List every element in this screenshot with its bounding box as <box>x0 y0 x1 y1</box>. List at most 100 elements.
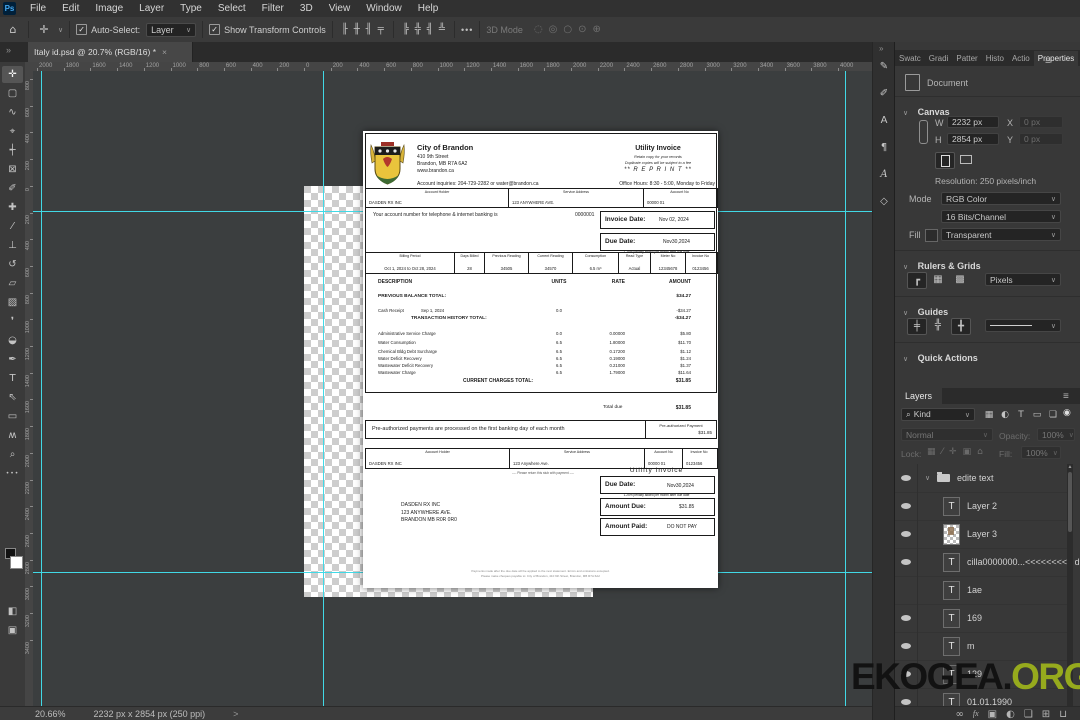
layer-row-layer-2[interactable]: T Layer 2 <box>895 492 1073 521</box>
adjustment-layer-icon[interactable]: ◐ <box>1006 709 1015 720</box>
link-dimensions-icon[interactable] <box>919 120 928 144</box>
tab-layers[interactable]: Layers <box>895 388 943 404</box>
marquee-tool[interactable]: ▢ <box>2 85 23 102</box>
lock-artboard-icon[interactable]: ▣ <box>963 447 972 457</box>
visibility-toggle[interactable] <box>895 464 918 492</box>
layer-row-169[interactable]: T 169 <box>895 604 1073 633</box>
fill-swatch[interactable] <box>925 229 938 242</box>
layer-name[interactable]: 169 <box>967 613 982 623</box>
brush-settings-panel-icon[interactable]: ✎ <box>876 58 892 74</box>
layer-row-layer-3[interactable]: Layer 3 <box>895 520 1073 549</box>
show-transform-checkbox[interactable]: ✓ <box>209 24 221 35</box>
status-chevron-icon[interactable]: > <box>233 709 238 719</box>
visibility-toggle[interactable] <box>895 520 918 548</box>
filter-toggle-icon[interactable]: ◉ <box>1063 408 1071 418</box>
layer-name[interactable]: cilla0000000...<<<<<<<<0 d <box>967 557 1080 567</box>
align-icon-1[interactable]: ╫ <box>354 24 360 35</box>
align-icon-0[interactable]: ╟ <box>342 24 348 35</box>
portrait-orientation-button[interactable] <box>935 152 955 169</box>
type-layer-icon[interactable]: T <box>943 553 960 572</box>
clone-stamp-tool[interactable]: ⊥ <box>2 237 23 254</box>
menu-edit[interactable]: Edit <box>54 0 87 17</box>
toggle-snap-button[interactable]: ▩ <box>951 272 969 287</box>
home-icon[interactable]: ⌂ <box>4 23 22 36</box>
layer-name[interactable]: Layer 2 <box>967 501 997 511</box>
document-tab[interactable]: Italy id.psd @ 20.7% (RGB/16) * × <box>28 42 193 62</box>
panel-menu-icon[interactable]: ≡ <box>1045 56 1051 67</box>
hand-tool[interactable]: ʍ <box>2 427 23 444</box>
quick-actions-section-header[interactable]: ∨ Quick Actions <box>903 348 978 366</box>
canvas-area[interactable]: City of Brandon 410 9th Street Brandon, … <box>33 71 872 706</box>
path-select-tool[interactable]: ⇖ <box>2 389 23 406</box>
invoice-document[interactable]: City of Brandon 410 9th Street Brandon, … <box>363 131 718 588</box>
foreground-color-swatch[interactable] <box>10 556 23 569</box>
add-layer-mask-icon[interactable]: ▣ <box>988 709 997 720</box>
zoom-tool[interactable]: ⌕ <box>2 446 23 463</box>
menu-layer[interactable]: Layer <box>131 0 172 17</box>
lock-transparent-icon[interactable]: ▦ <box>927 447 936 457</box>
guide-vertical-right[interactable] <box>845 71 846 706</box>
distribute-icon-0[interactable]: ╠ <box>403 24 409 35</box>
type-layer-icon[interactable]: T <box>943 497 960 516</box>
tab-histo[interactable]: Histo <box>982 51 1008 66</box>
healing-brush-tool[interactable]: ✚ <box>2 199 23 216</box>
paragraph-panel-icon[interactable]: ¶ <box>876 139 892 155</box>
tab-properties[interactable]: Properties <box>1033 51 1079 66</box>
tab-gradi[interactable]: Gradi <box>925 51 953 66</box>
toggle-rulers-button[interactable]: ┏ <box>907 272 927 289</box>
layer-name[interactable]: edite text <box>957 473 994 483</box>
layer-name[interactable]: 1ae <box>967 585 982 595</box>
filter-smart-objects-icon[interactable]: ❏ <box>1047 408 1059 421</box>
filter-type-layers-icon[interactable]: T <box>1015 408 1027 421</box>
pen-tool[interactable]: ✒ <box>2 351 23 368</box>
menu-3d[interactable]: 3D <box>292 0 321 17</box>
history-brush-tool[interactable]: ↺ <box>2 256 23 273</box>
layer-row-cilla0000000-0-d[interactable]: Tcilla0000000...<<<<<<<<0 d <box>895 548 1080 577</box>
bit-depth-dropdown[interactable]: 16 Bits/Channel ∨ <box>941 210 1061 223</box>
menu-window[interactable]: Window <box>358 0 410 17</box>
distribute-icon-3[interactable]: ╩ <box>439 24 445 35</box>
layer-name[interactable]: m <box>967 641 975 651</box>
lock-paint-icon[interactable]: ⁄ <box>942 447 944 457</box>
collapse-tabs-icon[interactable]: » <box>6 45 11 55</box>
new-layer-icon[interactable]: ⊞ <box>1042 709 1050 720</box>
guide-vertical-center[interactable] <box>323 71 324 706</box>
width-input[interactable]: 2232 px <box>947 116 999 128</box>
auto-select-target-dropdown[interactable]: Layer ∨ <box>146 22 197 37</box>
layers-fill-input[interactable]: 100% ∨ <box>1021 446 1061 459</box>
screen-mode-icon[interactable]: ▣ <box>2 622 23 639</box>
eraser-tool[interactable]: ▱ <box>2 275 23 292</box>
type-layer-icon[interactable]: T <box>943 581 960 600</box>
lock-guides-button[interactable]: ╬ <box>929 318 947 333</box>
filter-shape-layers-icon[interactable]: ▭ <box>1031 408 1043 421</box>
menu-image[interactable]: Image <box>87 0 131 17</box>
frame-tool[interactable]: ⊠ <box>2 161 23 178</box>
menu-view[interactable]: View <box>321 0 359 17</box>
quick-mask-icon[interactable]: ◧ <box>2 603 23 620</box>
layer-filter-dropdown[interactable]: ⌕ Kind ∨ <box>901 408 975 421</box>
lock-all-icon[interactable]: ⌂ <box>977 447 983 457</box>
more-options-icon[interactable]: ••• <box>461 25 473 35</box>
blend-mode-dropdown[interactable]: Normal ∨ <box>901 428 993 441</box>
menu-select[interactable]: Select <box>210 0 254 17</box>
clear-guides-button[interactable]: ╋ <box>951 318 971 335</box>
new-group-icon[interactable]: ❏ <box>1024 709 1033 720</box>
filter-adjustment-layers-icon[interactable]: ◐ <box>999 408 1011 421</box>
libraries-panel-icon[interactable]: ◇ <box>876 193 892 209</box>
layer-thumbnail[interactable] <box>943 524 960 545</box>
layer-effects-icon[interactable]: fx <box>973 709 979 720</box>
chevron-down-icon[interactable]: ∨ <box>925 474 930 482</box>
type-layer-icon[interactable]: T <box>943 609 960 628</box>
dodge-tool[interactable]: ◒ <box>2 332 23 349</box>
delete-layer-icon[interactable]: ⊔ <box>1059 709 1067 720</box>
distribute-icon-1[interactable]: ╬ <box>415 24 421 35</box>
zoom-level[interactable]: 20.66% <box>35 709 66 719</box>
visibility-toggle[interactable] <box>895 576 918 604</box>
ruler-units-dropdown[interactable]: Pixels ∨ <box>985 273 1061 286</box>
toggle-guides-button[interactable]: ╪ <box>907 318 927 335</box>
gradient-tool[interactable]: ▨ <box>2 294 23 311</box>
glyphs-panel-icon[interactable]: A <box>876 166 892 182</box>
tab-actio[interactable]: Actio <box>1008 51 1034 66</box>
align-icon-3[interactable]: ╤ <box>378 24 384 35</box>
link-layers-icon[interactable]: ∞ <box>956 709 964 720</box>
